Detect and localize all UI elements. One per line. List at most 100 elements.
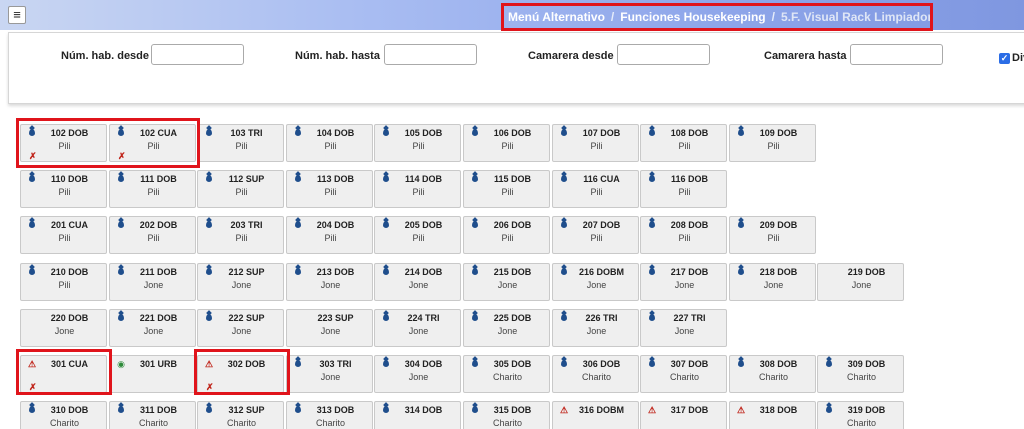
room-card[interactable]: 307 DOB Charito [640, 355, 727, 393]
room-card[interactable]: 104 DOB Pili [286, 124, 373, 162]
room-card[interactable]: 108 DOB Pili [640, 124, 727, 162]
room-number: 318 DOB [759, 405, 798, 415]
breadcrumb-item-current: 5.F. Visual Rack Limpiadoras [780, 10, 933, 24]
room-card[interactable]: 315 DOB Charito [463, 401, 550, 429]
room-card[interactable]: 113 DOB Pili [286, 170, 373, 208]
maid-name: Pili [147, 233, 160, 243]
room-card[interactable]: 116 DOB Pili [640, 170, 727, 208]
maid-name: Pili [58, 280, 71, 290]
room-number: 103 TRI [230, 128, 263, 138]
maid-name: Pili [767, 141, 780, 151]
room-card[interactable]: 313 DOB Charito [286, 401, 373, 429]
room-card[interactable]: 112 SUP Pili [197, 170, 284, 208]
room-card[interactable]: ◉ 301 URB [109, 355, 196, 393]
room-card[interactable]: 114 DOB Pili [374, 170, 461, 208]
room-card[interactable]: 212 SUP Jone [197, 263, 284, 301]
room-number: 312 SUP [228, 405, 265, 415]
room-card[interactable]: 211 DOB Jone [109, 263, 196, 301]
room-card[interactable]: ⚠ 318 DOB [729, 401, 816, 429]
maid-name: Pili [58, 187, 71, 197]
room-card[interactable]: 306 DOB Charito [552, 355, 639, 393]
breadcrumb-item-housekeeping[interactable]: Funciones Housekeeping [620, 10, 765, 24]
maid-name: Jone [408, 372, 429, 382]
room-card[interactable]: 305 DOB Charito [463, 355, 550, 393]
room-card[interactable]: 314 DOB [374, 401, 461, 429]
room-card[interactable]: 215 DOB Jone [463, 263, 550, 301]
room-card[interactable]: 210 DOB Pili [20, 263, 107, 301]
room-card[interactable]: 222 SUP Jone [197, 309, 284, 347]
room-number: 316 DOBM [578, 405, 624, 415]
room-card[interactable]: 105 DOB Pili [374, 124, 461, 162]
maid-name: Jone [586, 280, 607, 290]
room-card[interactable]: 110 DOB Pili [20, 170, 107, 208]
room-card[interactable]: ⚠ 316 DOBM [552, 401, 639, 429]
maid-from-input[interactable] [617, 44, 710, 65]
maid-name: Jone [497, 280, 518, 290]
room-card[interactable]: 206 DOB Pili [463, 216, 550, 254]
room-card[interactable]: 202 DOB Pili [109, 216, 196, 254]
room-card[interactable]: 220 DOB Jone [20, 309, 107, 347]
checkbox-label: Div [1012, 52, 1024, 64]
room-card[interactable]: 224 TRI Jone [374, 309, 461, 347]
room-card[interactable]: 217 DOB Jone [640, 263, 727, 301]
maid-name: Charito [846, 372, 876, 382]
room-card[interactable]: 319 DOB Charito [817, 401, 904, 429]
breadcrumb-item-menu[interactable]: Menú Alternativo [508, 10, 605, 24]
room-card[interactable]: 311 DOB Charito [109, 401, 196, 429]
maid-name: Charito [49, 418, 79, 428]
room-card[interactable]: 116 CUA Pili [552, 170, 639, 208]
room-number: 219 DOB [847, 267, 886, 277]
room-card[interactable]: 203 TRI Pili [197, 216, 284, 254]
maid-name: Pili [501, 233, 514, 243]
maid-name: Jone [143, 280, 164, 290]
room-card[interactable]: 225 DOB Jone [463, 309, 550, 347]
maid-name: Jone [143, 326, 164, 336]
room-card[interactable]: 227 TRI Jone [640, 309, 727, 347]
room-card[interactable]: 304 DOB Jone [374, 355, 461, 393]
room-number: 201 CUA [50, 220, 88, 230]
room-number: 221 DOB [139, 313, 178, 323]
room-card[interactable]: 208 DOB Pili [640, 216, 727, 254]
room-to-input[interactable] [384, 44, 477, 65]
room-card[interactable]: 226 TRI Jone [552, 309, 639, 347]
maid-name: Pili [590, 141, 603, 151]
maid-name: Pili [324, 233, 337, 243]
room-card[interactable]: 205 DOB Pili [374, 216, 461, 254]
hamburger-icon[interactable]: ≡ [8, 6, 26, 24]
room-card[interactable]: 312 SUP Charito [197, 401, 284, 429]
room-card[interactable]: 207 DOB Pili [552, 216, 639, 254]
room-card[interactable]: 209 DOB Pili [729, 216, 816, 254]
room-card[interactable]: 213 DOB Jone [286, 263, 373, 301]
room-from-input[interactable] [151, 44, 244, 65]
room-card[interactable]: 218 DOB Jone [729, 263, 816, 301]
room-number: 205 DOB [404, 220, 443, 230]
room-number: 110 DOB [50, 174, 89, 184]
room-card[interactable]: 103 TRI Pili [197, 124, 284, 162]
room-card[interactable]: 223 SUP Jone [286, 309, 373, 347]
maid-name: Charito [226, 418, 256, 428]
checkbox-checked-icon[interactable]: ✓ [999, 53, 1010, 64]
room-card[interactable]: 109 DOB Pili [729, 124, 816, 162]
room-card[interactable]: 106 DOB Pili [463, 124, 550, 162]
room-card[interactable]: 219 DOB Jone [817, 263, 904, 301]
maid-to-input[interactable] [850, 44, 943, 65]
room-card[interactable]: 214 DOB Jone [374, 263, 461, 301]
filter-panel: Núm. hab. desde Núm. hab. hasta Camarera… [8, 32, 1024, 104]
room-number: 113 DOB [316, 174, 355, 184]
maid-from-label: Camarera desde [528, 50, 614, 62]
room-card[interactable]: 309 DOB Charito [817, 355, 904, 393]
room-card[interactable]: 115 DOB Pili [463, 170, 550, 208]
room-card[interactable]: 111 DOB Pili [109, 170, 196, 208]
room-card[interactable]: 201 CUA Pili [20, 216, 107, 254]
maid-name: Jone [231, 280, 252, 290]
maid-name: Jone [320, 372, 341, 382]
room-card[interactable]: 308 DOB Charito [729, 355, 816, 393]
room-card[interactable]: 204 DOB Pili [286, 216, 373, 254]
room-card[interactable]: 107 DOB Pili [552, 124, 639, 162]
room-card[interactable]: 216 DOBM Jone [552, 263, 639, 301]
room-card[interactable]: ⚠ 317 DOB [640, 401, 727, 429]
maid-name: Charito [581, 372, 611, 382]
room-card[interactable]: 310 DOB Charito [20, 401, 107, 429]
room-card[interactable]: 221 DOB Jone [109, 309, 196, 347]
room-card[interactable]: 303 TRI Jone [286, 355, 373, 393]
